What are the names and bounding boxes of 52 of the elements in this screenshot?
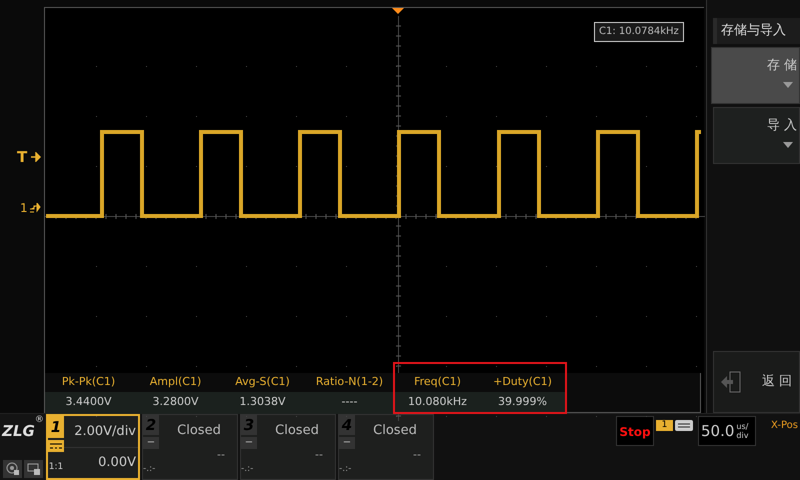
ground-arrow-icon — [29, 203, 41, 213]
measurement-label: Pk-Pk(C1) — [60, 374, 116, 390]
channel-value: -- — [216, 447, 226, 463]
dropdown-caret-icon — [783, 82, 793, 88]
dc-coupling-icon — [48, 440, 64, 452]
channel-position: -.:- — [143, 463, 156, 476]
brand-logo: ZLG — [2, 422, 35, 440]
measurement-label: Ampl(C1) — [148, 374, 202, 390]
channel-ground-marker: 1 — [20, 201, 28, 215]
menu-title: 存储与导入 — [713, 18, 800, 44]
channel-badge: − — [241, 437, 257, 449]
channel-value: -- — [412, 447, 422, 463]
dropdown-caret-icon — [783, 142, 793, 148]
timebase-unit: div — [736, 431, 748, 440]
xpos-label: X-Pos — [770, 419, 799, 433]
measurement-value: 1.3038V — [219, 392, 306, 414]
channel-badge: − — [339, 437, 355, 449]
channel-status: Closed — [176, 422, 222, 440]
measurement-value: 39.999% — [480, 392, 567, 414]
trigger-channel: 1 — [656, 420, 673, 431]
channel-position: -.:- — [241, 463, 254, 476]
channel-badge: − — [143, 437, 159, 449]
trigger-level-marker: T — [17, 148, 28, 166]
trigger-position-icon — [392, 8, 404, 14]
screen-touch-icon[interactable] — [24, 460, 43, 478]
cursor-readout: C1: 10.0784kHz — [594, 22, 684, 42]
run-state[interactable]: Stop — [616, 416, 654, 446]
exit-icon — [720, 371, 742, 393]
timebase-value: 50.0 — [701, 420, 734, 442]
edge-type-icon — [675, 420, 693, 431]
measurement-value: 3.4400V — [45, 392, 132, 414]
channel-status: Closed — [372, 422, 418, 440]
measurement-label: Avg-S(C1) — [234, 374, 291, 390]
channel-offset: 0.00V — [97, 454, 137, 472]
measurement-label: Ratio-N(1-2) — [314, 374, 384, 390]
measurement-value: 3.2800V — [132, 392, 219, 414]
probe-ratio: 1:1 — [48, 460, 64, 474]
channel-number: 1 — [48, 416, 64, 438]
menu-item[interactable]: 导 入 — [713, 107, 800, 164]
back-button[interactable]: 返 回 — [713, 351, 800, 413]
registered-mark: ® — [34, 414, 44, 427]
volts-per-div: 2.00V/div — [64, 416, 138, 448]
timebase-unit: us/ — [736, 422, 748, 431]
measurement-value: 10.080kHz — [393, 392, 480, 414]
touch-icon[interactable] — [3, 460, 22, 478]
channel-status: Closed — [274, 422, 320, 440]
menu-item[interactable]: 存 储 — [711, 47, 800, 104]
channel-position: -.:- — [339, 463, 352, 476]
arrow-icon — [31, 152, 41, 162]
measurement-value: ---- — [306, 392, 393, 414]
channel-card[interactable]: 1 1:1 2.00V/div 0.00V — [46, 414, 140, 480]
channel-value: -- — [314, 447, 324, 463]
